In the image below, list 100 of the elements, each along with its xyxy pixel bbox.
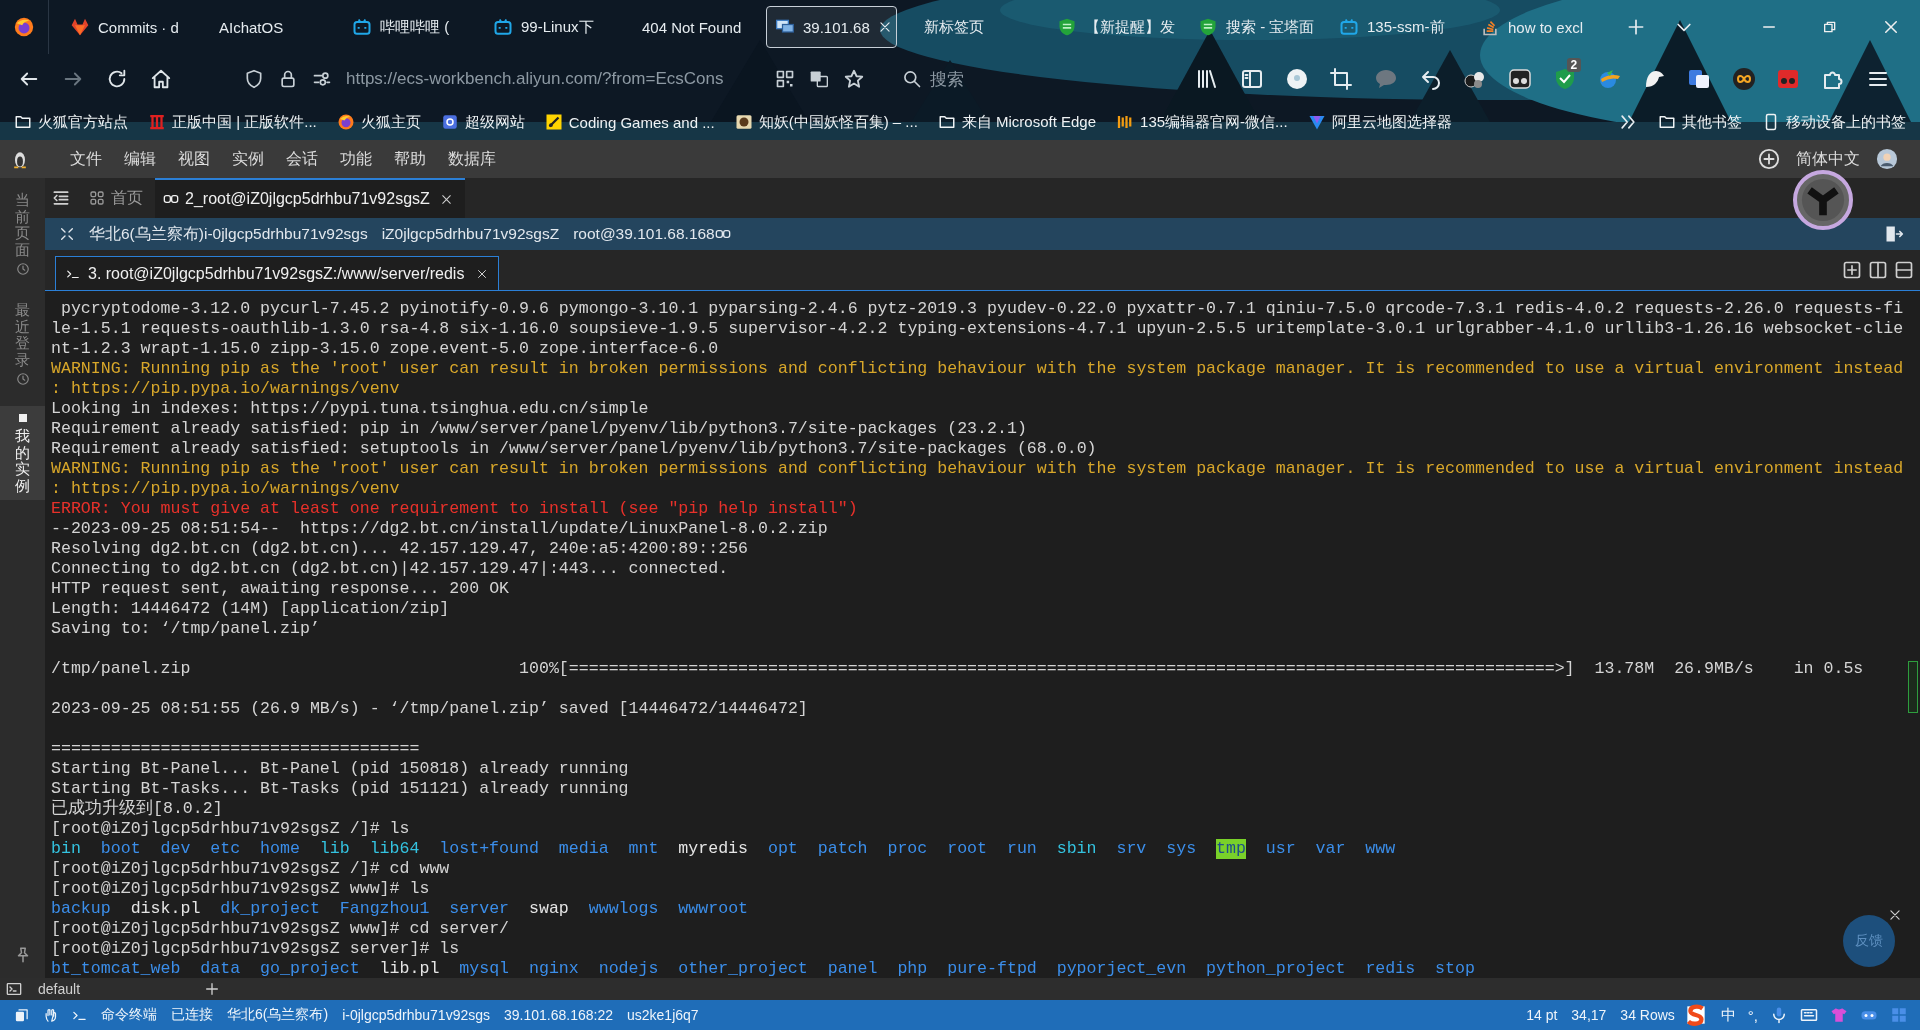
close-icon[interactable] [476, 267, 489, 280]
error-line: ERROR: You must give at least one requirement to install (see "pip help install") [51, 499, 858, 519]
microphone-icon[interactable] [1770, 1006, 1788, 1024]
file-entry: lib64 [369, 839, 420, 859]
add-icon[interactable] [204, 981, 220, 997]
avatar-icon[interactable] [1876, 148, 1898, 170]
bookmark[interactable]: 知妖(中国妖怪百集) – ... [734, 112, 918, 132]
browser-tab[interactable]: 【新提醒】发 [1048, 6, 1179, 48]
new-tab-icon[interactable] [1626, 17, 1646, 37]
browser-tab[interactable]: 哔哩哔哩 ( [343, 6, 474, 48]
menu-item[interactable]: 视图 [178, 148, 210, 170]
file-entry: dev [160, 839, 191, 859]
menu-item[interactable]: 文件 [70, 148, 102, 170]
restore-icon[interactable] [1822, 19, 1838, 35]
session-name[interactable]: default [38, 981, 188, 997]
close-icon[interactable] [1882, 18, 1900, 36]
bookmark[interactable]: 其他书签 [1658, 112, 1742, 132]
file-entry: wwwroot [678, 899, 749, 919]
sidebar-item[interactable]: 当前页面 [0, 186, 45, 282]
bookmark[interactable]: 移动设备上的书签 [1762, 112, 1906, 132]
crop-icon[interactable] [1329, 67, 1354, 91]
qr-code-icon[interactable] [775, 69, 795, 89]
bookmark[interactable]: 来自 Microsoft Edge [937, 112, 1097, 132]
split-vertical-icon[interactable] [1868, 260, 1888, 280]
reload-icon[interactable] [106, 68, 128, 90]
close-icon[interactable] [439, 192, 453, 206]
file-entry: home [260, 839, 300, 859]
close-icon[interactable] [877, 20, 892, 34]
expand-icon[interactable] [59, 226, 75, 242]
exit-icon[interactable] [1884, 224, 1904, 244]
ime-button[interactable]: 中 [1720, 1005, 1736, 1025]
warning-line: WARNING: Running pip as the 'root' user can result in broken permissions and conflicting behaviour with the system package manager. It is recommended to use a virtual environment instead [51, 459, 1904, 479]
browser-tab[interactable]: AIchatOS [202, 6, 333, 48]
browser-tab[interactable]: 39.101.68 [766, 6, 897, 48]
menu-item[interactable]: 实例 [232, 148, 264, 170]
close-icon[interactable] [1888, 908, 1902, 922]
star-icon[interactable] [843, 68, 865, 90]
menu-item[interactable]: 会话 [286, 148, 318, 170]
terminal-tab[interactable]: 3. root@iZ0jlgcp5drhbu71v92sgsZ:/www/server/redis [55, 256, 500, 290]
mask-icon[interactable] [1508, 67, 1533, 91]
menu-item[interactable]: 编辑 [124, 148, 156, 170]
bookmark[interactable]: 135编辑器官网-微信... [1116, 112, 1288, 132]
terminal-panel[interactable] [45, 290, 1920, 978]
sidebar-item[interactable]: 最近登录 [0, 296, 45, 392]
session-tab[interactable]: 首页 [81, 178, 155, 218]
terminal-line: 已成功升级到[8.0.2] [51, 799, 223, 819]
terminal-line: Starting Bt-Tasks... Bt-Tasks (pid 151121) already running [51, 779, 629, 799]
browser-logo-icon[interactable] [13, 16, 35, 38]
copy-icon[interactable] [14, 1007, 29, 1023]
browser-tab[interactable]: 99-Linux下 [484, 6, 615, 48]
browser-tab[interactable]: 135-ssm-前 [1330, 6, 1461, 48]
browser-tab[interactable]: 搜索 - 宝塔面 [1189, 6, 1320, 48]
bookmark[interactable]: 超级网站 [440, 112, 525, 132]
bookmark[interactable]: 火狐官方站点 [14, 112, 128, 132]
bookmark[interactable]: Coding Games and ... [544, 113, 715, 131]
menu-item[interactable]: 帮助 [394, 148, 426, 170]
bookmark[interactable]: 阿里云地图选择器 [1307, 112, 1452, 132]
file-entry: nginx [528, 959, 579, 978]
file-entry: redis [1365, 959, 1416, 978]
menu-item[interactable]: 数据库 [448, 148, 496, 170]
file-entry: pyporject_evn [1056, 959, 1187, 978]
scrollbar-thumb[interactable] [1908, 661, 1918, 713]
sidebar-icon[interactable] [1240, 67, 1265, 91]
permissions-icon[interactable] [312, 69, 332, 89]
collapse-icon[interactable] [51, 188, 71, 208]
file-entry: dk_project [220, 899, 320, 919]
browser-tab[interactable]: how to excl [1471, 6, 1602, 48]
keyboard-icon[interactable] [1800, 1006, 1818, 1024]
browser-tab[interactable]: 404 Not Found [625, 6, 756, 48]
language-selector[interactable]: 简体中文 [1796, 148, 1860, 170]
lock-icon[interactable] [278, 69, 298, 89]
bookmark[interactable]: 正版中国 | 正版软件... [148, 112, 317, 132]
split-horizontal-icon[interactable] [1894, 260, 1914, 280]
add-icon[interactable] [1758, 148, 1780, 170]
ime-button[interactable]: °, [1747, 1006, 1758, 1024]
disc-icon[interactable] [1284, 67, 1309, 91]
shield-icon[interactable] [244, 69, 264, 89]
bookmark[interactable]: 火狐主页 [336, 112, 421, 132]
translate-icon[interactable] [1686, 67, 1711, 91]
address-field[interactable]: https://ecs-workbench.aliyun.com/?from=EcsCons [244, 60, 884, 98]
menu-item[interactable]: 功能 [340, 148, 372, 170]
globe-icon[interactable] [1597, 67, 1622, 91]
new-terminal-icon[interactable] [1842, 260, 1862, 280]
clock-icon [15, 372, 30, 386]
hand-icon[interactable] [43, 1007, 58, 1023]
search-field[interactable]: 搜索 [902, 67, 1052, 91]
browser-logo-icon [336, 113, 355, 131]
file-entry: go_project [260, 959, 360, 978]
status-text: 39.101.68.168:22 [504, 1007, 613, 1023]
browser-tab[interactable]: 新标签页 [907, 6, 1038, 48]
file-entry: bt_tomcat_web [51, 959, 181, 978]
home-icon[interactable] [150, 68, 172, 90]
sidebar-item[interactable]: 我的实例 [0, 406, 45, 500]
translate-icon[interactable] [809, 69, 829, 89]
session-tab[interactable]: 2_root@iZ0jlgcp5drhbu71v92sgsZ [155, 178, 465, 218]
infinity-icon[interactable] [1731, 67, 1756, 91]
clock-icon [15, 262, 30, 276]
terminal-line: Saving to: ‘/tmp/panel.zip’ [51, 619, 320, 639]
terminal-line: le-1.5.1 requests-oauthlib-1.3.0 rsa-4.8 six-1.16.0 soupsieve-1.9.5 supervisor-4.2.2 typing-extensions-4.7.1 upyun-2.5.5 uritemplate-3.0.1 urlgrabber-4.1.0 urllib3-1.26.16 websocket-clie [51, 319, 1904, 339]
browser-tab[interactable]: Commits · d [61, 6, 192, 48]
